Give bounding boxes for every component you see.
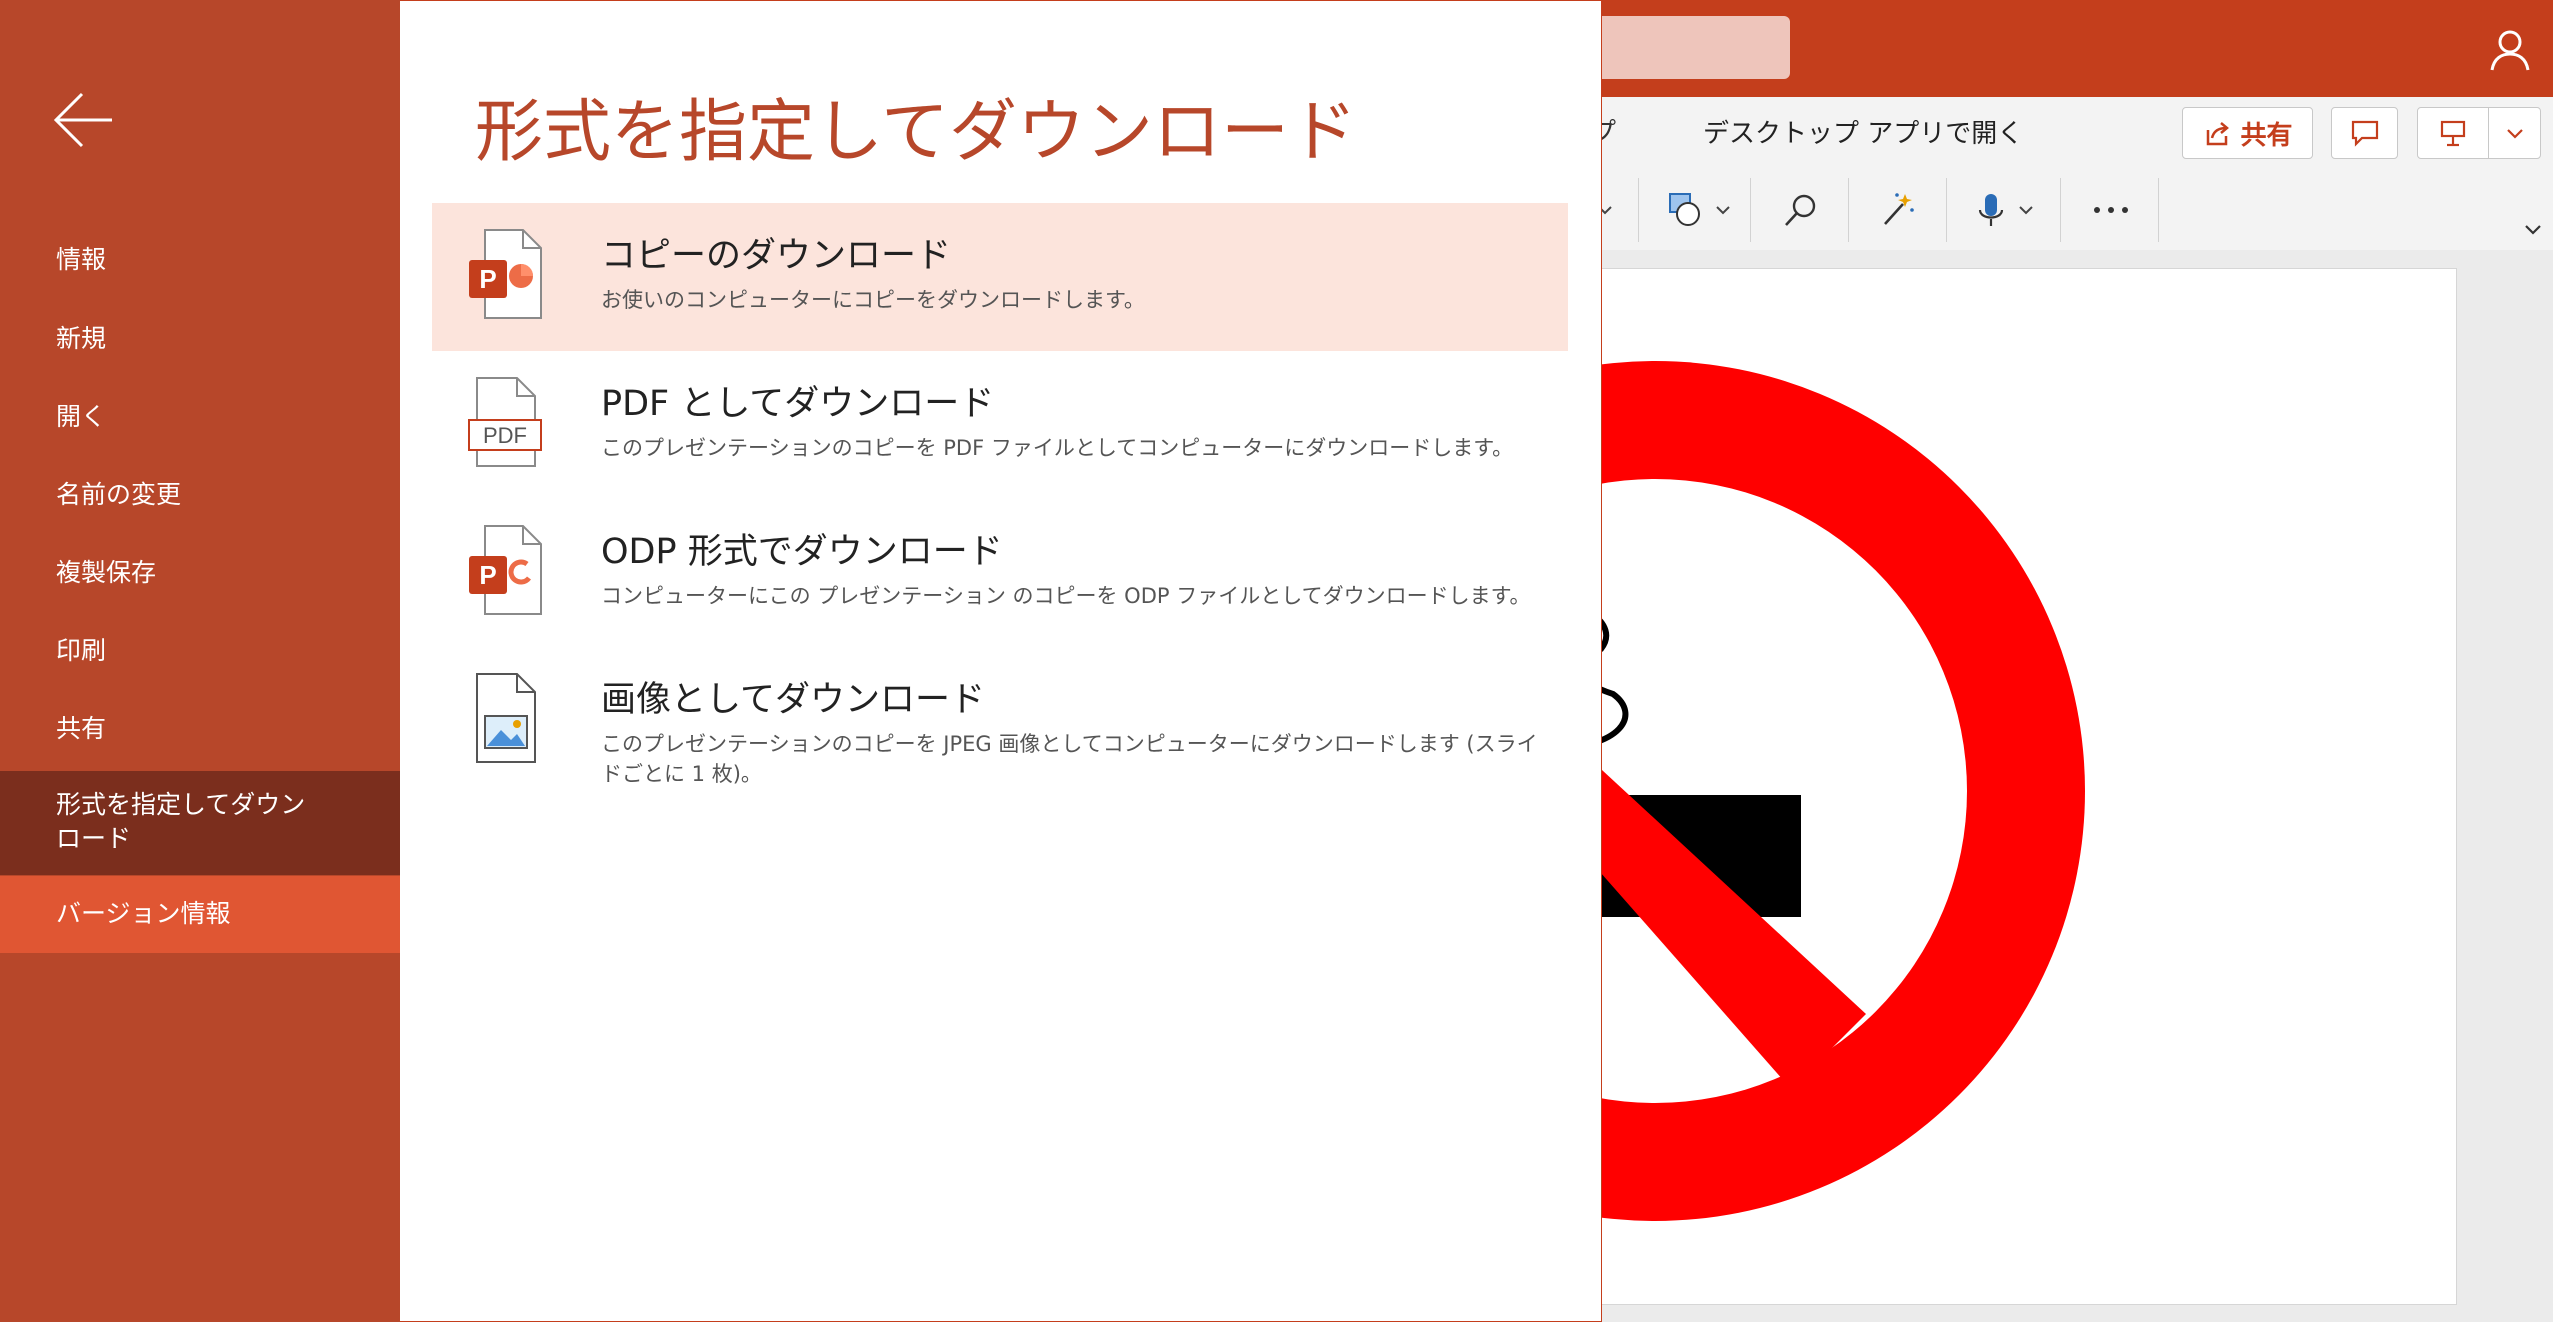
nav-item-new[interactable]: 新規 [0, 322, 400, 356]
slide-canvas[interactable] [1500, 268, 2457, 1305]
nav-item-about[interactable]: バージョン情報 [0, 876, 400, 953]
page-title: 形式を指定してダウンロード [475, 93, 1357, 172]
svg-text:P: P [479, 264, 496, 294]
download-copy-option[interactable]: P コピーのダウンロード お使いのコンピューターにコピーをダウンロードします。 [432, 203, 1568, 351]
chevron-down-icon [2525, 225, 2541, 235]
pptx-file-icon: P [469, 229, 542, 319]
download-pdf-option[interactable]: PDF PDF としてダウンロード このプレゼンテーションのコピーを PDF フ… [432, 351, 1568, 499]
microphone-icon [1978, 194, 2004, 226]
nav-item-label: 印刷 [56, 636, 107, 665]
nav-item-label: バージョン情報 [56, 899, 231, 928]
dictate-button[interactable] [1966, 182, 2042, 238]
image-file-icon [476, 673, 536, 763]
toolbar-separator [2060, 178, 2061, 242]
nav-item-info[interactable]: 情報 [0, 243, 400, 277]
collapse-ribbon-button[interactable] [2523, 222, 2543, 241]
nav-item-rename[interactable]: 名前の変更 [0, 478, 400, 512]
present-icon [2440, 120, 2466, 147]
pdf-file-icon: PDF [468, 377, 542, 467]
profile-icon[interactable] [2484, 24, 2536, 76]
option-description: コンピューターにこの プレゼンテーション のコピーを ODP ファイルとしてダウ… [601, 584, 1531, 608]
more-options-button[interactable] [2084, 182, 2138, 238]
open-in-desktop-app-button[interactable]: デスクトップ アプリで開く [1703, 113, 2023, 150]
toolbar-separator [1750, 178, 1751, 242]
chevron-down-icon [2019, 206, 2033, 215]
option-description: このプレゼンテーションのコピーを PDF ファイルとしてコンピューターにダウンロ… [601, 436, 1514, 460]
download-as-panel: 形式を指定してダウンロード P コピーのダウンロード お使いのコンピューターにコ… [400, 0, 1602, 1322]
svg-text:P: P [479, 560, 496, 590]
share-button[interactable]: 共有 [2182, 107, 2313, 159]
option-title: 画像としてダウンロード [601, 680, 985, 720]
backstage-nav: 情報 新規 開く 名前の変更 複製保存 印刷 共有 形式を指定してダウンロード … [0, 0, 400, 1322]
nav-item-share[interactable]: 共有 [0, 712, 400, 746]
nav-item-label: 新規 [56, 324, 107, 353]
toolbar-separator [1946, 178, 1947, 242]
magic-wand-icon [1884, 193, 1914, 225]
nav-item-label: 名前の変更 [56, 480, 182, 509]
no-smoking-sign-image [1501, 361, 2085, 1221]
option-title: コピーのダウンロード [601, 236, 952, 276]
designer-button[interactable] [1872, 182, 1922, 238]
option-title: ODP 形式でダウンロード [601, 532, 1003, 572]
back-button[interactable] [50, 90, 116, 150]
search-icon [1785, 194, 1816, 226]
option-description: お使いのコンピューターにコピーをダウンロードします。 [601, 288, 1145, 312]
chevron-down-icon [2506, 129, 2523, 139]
download-odp-option[interactable]: P ODP 形式でダウンロード コンピューターにこの プレゼンテーション のコピ… [432, 499, 1568, 647]
toolbar-separator [2158, 178, 2159, 242]
chevron-down-icon [1716, 206, 1730, 215]
option-description: このプレゼンテーションのコピーを JPEG 画像としてコンピューターにダウンロー… [601, 732, 1538, 786]
toolbar-separator [1848, 178, 1849, 242]
nav-item-label: 情報 [56, 245, 107, 274]
nav-item-download-as[interactable]: 形式を指定してダウンロード [0, 771, 400, 875]
nav-item-print[interactable]: 印刷 [0, 634, 400, 668]
comment-icon [2351, 120, 2378, 147]
toolbar-separator [1638, 178, 1639, 242]
arrow-left-icon [53, 92, 112, 148]
nav-item-open[interactable]: 開く [0, 400, 400, 434]
download-image-option[interactable]: 画像としてダウンロード このプレゼンテーションのコピーを JPEG 画像としてコ… [432, 647, 1568, 807]
nav-item-save-a-copy[interactable]: 複製保存 [0, 556, 400, 590]
option-title: PDF としてダウンロード [601, 384, 995, 424]
find-button[interactable] [1776, 182, 1826, 238]
comments-button[interactable] [2331, 107, 2398, 159]
nav-item-label: 共有 [56, 714, 107, 743]
svg-text:PDF: PDF [483, 423, 527, 448]
shapes-icon [1669, 193, 1700, 226]
share-button-label: 共有 [2240, 120, 2293, 151]
shapes-button[interactable] [1660, 182, 1738, 238]
nav-item-label: 開く [56, 402, 107, 431]
nav-item-label: 複製保存 [56, 558, 157, 587]
more-icon [2094, 207, 2128, 213]
odp-file-icon: P [469, 525, 542, 615]
nav-item-label: 形式を指定してダウンロード [56, 790, 306, 853]
share-icon [2207, 122, 2230, 146]
present-button[interactable] [2417, 107, 2541, 159]
